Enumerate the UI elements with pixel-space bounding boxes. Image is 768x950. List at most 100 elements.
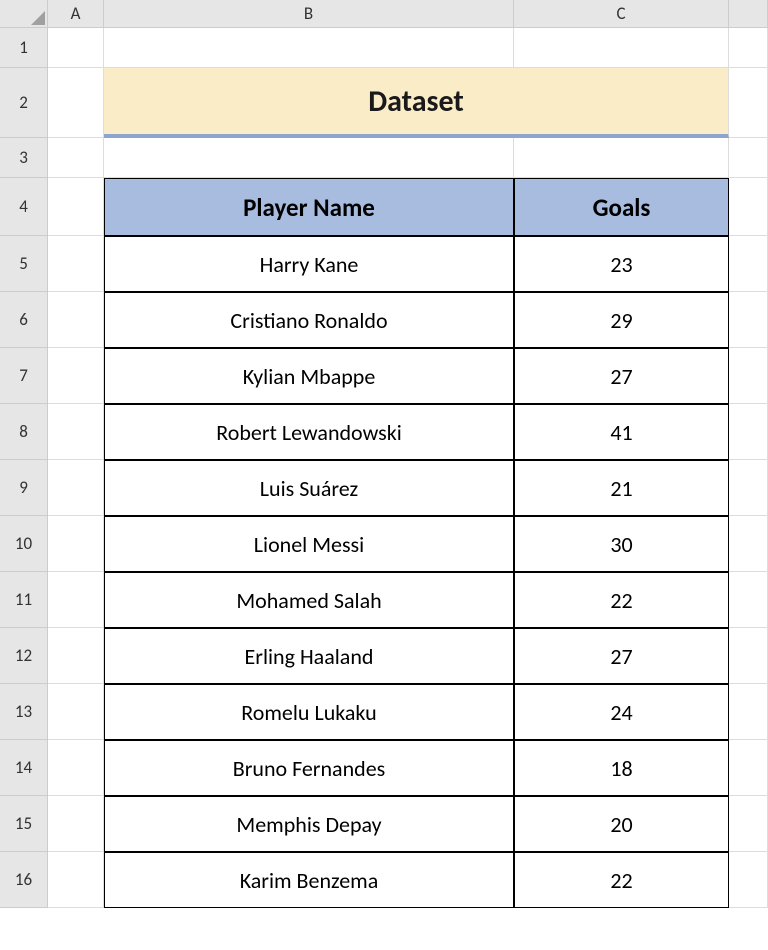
goals-cell[interactable]: 29 <box>514 292 729 348</box>
player-name-cell[interactable]: Kylian Mbappe <box>104 348 514 404</box>
player-name-cell[interactable]: Romelu Lukaku <box>104 684 514 740</box>
cell-D7[interactable] <box>729 348 768 404</box>
cell-A13[interactable] <box>48 684 104 740</box>
cell-D4[interactable] <box>729 178 768 236</box>
select-all-corner[interactable] <box>0 0 48 28</box>
table-row: 14 Bruno Fernandes18 <box>0 740 768 796</box>
cell-D14[interactable] <box>729 740 768 796</box>
table-row: 13 Romelu Lukaku24 <box>0 684 768 740</box>
player-name-cell[interactable]: Erling Haaland <box>104 628 514 684</box>
row-header-16[interactable]: 16 <box>0 852 48 908</box>
cell-D11[interactable] <box>729 572 768 628</box>
cell-D15[interactable] <box>729 796 768 852</box>
cell-D6[interactable] <box>729 292 768 348</box>
goals-cell[interactable]: 21 <box>514 460 729 516</box>
goals-cell[interactable]: 27 <box>514 348 729 404</box>
cell-A6[interactable] <box>48 292 104 348</box>
row-header-15[interactable]: 15 <box>0 796 48 852</box>
col-header-C[interactable]: C <box>514 0 729 28</box>
cell-D12[interactable] <box>729 628 768 684</box>
dataset-title-cell[interactable]: Dataset <box>104 68 729 138</box>
cell-D16[interactable] <box>729 852 768 908</box>
table-header-player[interactable]: Player Name <box>104 178 514 236</box>
goals-cell[interactable]: 20 <box>514 796 729 852</box>
cell-A3[interactable] <box>48 138 104 178</box>
cell-B1[interactable] <box>104 28 514 68</box>
cell-A14[interactable] <box>48 740 104 796</box>
cell-A12[interactable] <box>48 628 104 684</box>
goals-cell[interactable]: 24 <box>514 684 729 740</box>
cell-D3[interactable] <box>729 138 768 178</box>
table-row: 12 Erling Haaland27 <box>0 628 768 684</box>
row-3: 3 <box>0 138 768 178</box>
column-header-row: A B C <box>0 0 768 28</box>
table-row: 10 Lionel Messi30 <box>0 516 768 572</box>
row-header-8[interactable]: 8 <box>0 404 48 460</box>
col-header-A[interactable]: A <box>48 0 104 28</box>
player-name-cell[interactable]: Lionel Messi <box>104 516 514 572</box>
cell-D1[interactable] <box>729 28 768 68</box>
player-name-cell[interactable]: Karim Benzema <box>104 852 514 908</box>
cell-D10[interactable] <box>729 516 768 572</box>
row-header-10[interactable]: 10 <box>0 516 48 572</box>
cell-D13[interactable] <box>729 684 768 740</box>
cell-B3[interactable] <box>104 138 514 178</box>
player-name-cell[interactable]: Mohamed Salah <box>104 572 514 628</box>
row-header-11[interactable]: 11 <box>0 572 48 628</box>
player-name-cell[interactable]: Bruno Fernandes <box>104 740 514 796</box>
cell-D5[interactable] <box>729 236 768 292</box>
row-header-13[interactable]: 13 <box>0 684 48 740</box>
table-header-goals[interactable]: Goals <box>514 178 729 236</box>
row-header-2[interactable]: 2 <box>0 68 48 138</box>
spreadsheet-container: A B C 1 2 Dataset 3 4 Player Name Goals … <box>0 0 768 908</box>
goals-cell[interactable]: 30 <box>514 516 729 572</box>
cell-A15[interactable] <box>48 796 104 852</box>
col-header-D[interactable] <box>729 0 768 28</box>
row-header-1[interactable]: 1 <box>0 28 48 68</box>
cell-D2[interactable] <box>729 68 768 138</box>
cell-A16[interactable] <box>48 852 104 908</box>
cell-A1[interactable] <box>48 28 104 68</box>
cell-C1[interactable] <box>514 28 729 68</box>
player-name-cell[interactable]: Robert Lewandowski <box>104 404 514 460</box>
player-name-cell[interactable]: Cristiano Ronaldo <box>104 292 514 348</box>
cell-D9[interactable] <box>729 460 768 516</box>
cell-A4[interactable] <box>48 178 104 236</box>
player-name-cell[interactable]: Memphis Depay <box>104 796 514 852</box>
table-row: 16 Karim Benzema22 <box>0 852 768 908</box>
cell-A8[interactable] <box>48 404 104 460</box>
row-header-5[interactable]: 5 <box>0 236 48 292</box>
goals-cell[interactable]: 27 <box>514 628 729 684</box>
cell-A10[interactable] <box>48 516 104 572</box>
player-name-cell[interactable]: Luis Suárez <box>104 460 514 516</box>
row-header-14[interactable]: 14 <box>0 740 48 796</box>
row-header-4[interactable]: 4 <box>0 178 48 236</box>
data-rows-container: 5 Harry Kane23 6 Cristiano Ronaldo29 7 Kylian… <box>0 236 768 908</box>
player-name-cell[interactable]: Harry Kane <box>104 236 514 292</box>
row-header-7[interactable]: 7 <box>0 348 48 404</box>
table-row: 6 Cristiano Ronaldo29 <box>0 292 768 348</box>
row-header-9[interactable]: 9 <box>0 460 48 516</box>
row-2: 2 Dataset <box>0 68 768 138</box>
row-header-12[interactable]: 12 <box>0 628 48 684</box>
cell-A9[interactable] <box>48 460 104 516</box>
row-4: 4 Player Name Goals <box>0 178 768 236</box>
table-row: 9 Luis Suárez21 <box>0 460 768 516</box>
table-row: 8 Robert Lewandowski41 <box>0 404 768 460</box>
goals-cell[interactable]: 23 <box>514 236 729 292</box>
cell-A2[interactable] <box>48 68 104 138</box>
col-header-B[interactable]: B <box>104 0 514 28</box>
row-header-6[interactable]: 6 <box>0 292 48 348</box>
goals-cell[interactable]: 22 <box>514 572 729 628</box>
cell-A11[interactable] <box>48 572 104 628</box>
goals-cell[interactable]: 22 <box>514 852 729 908</box>
cell-A7[interactable] <box>48 348 104 404</box>
row-header-3[interactable]: 3 <box>0 138 48 178</box>
cell-D8[interactable] <box>729 404 768 460</box>
cell-A5[interactable] <box>48 236 104 292</box>
cell-C3[interactable] <box>514 138 729 178</box>
goals-cell[interactable]: 18 <box>514 740 729 796</box>
table-row: 7 Kylian Mbappe27 <box>0 348 768 404</box>
table-row: 11 Mohamed Salah22 <box>0 572 768 628</box>
goals-cell[interactable]: 41 <box>514 404 729 460</box>
